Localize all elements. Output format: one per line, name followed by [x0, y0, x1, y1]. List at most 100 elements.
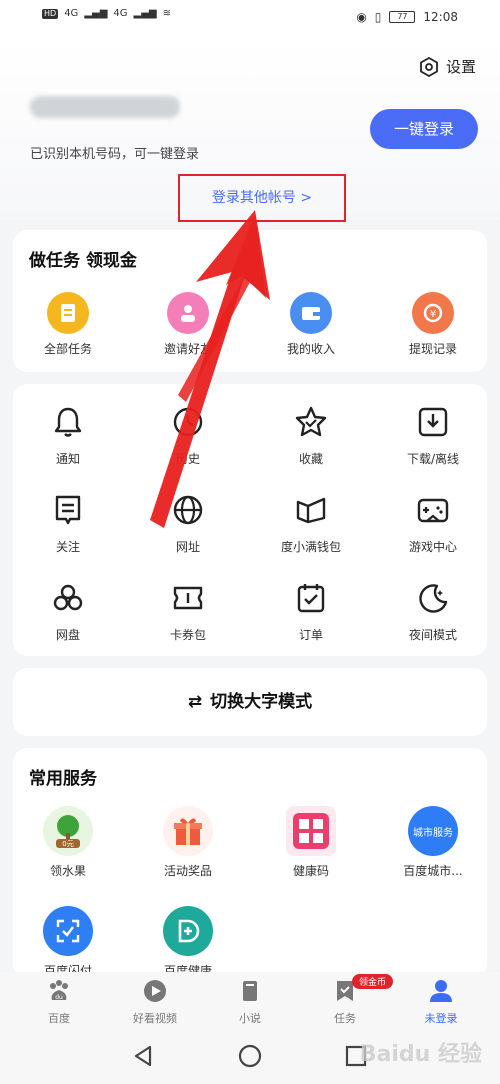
back-icon[interactable]: [132, 1044, 154, 1068]
ticket-icon: [173, 586, 203, 610]
nav-label: 百度: [48, 1012, 70, 1025]
tool-night-mode[interactable]: 夜间模式: [378, 580, 488, 643]
tool-label: 通知: [55, 452, 80, 466]
services-card: 常用服务 0元 领水果 活动奖品 健康码 城市服务 百度城市... 百度闪付 百…: [13, 748, 487, 978]
settings-icon: [420, 56, 438, 77]
tools-card: 通知 历史 收藏 下载/离线 关注 网址 度小满钱包 游戏中心 网盘 卡券包 订…: [13, 384, 487, 656]
tree-icon: 0元: [43, 806, 93, 856]
tool-cloud[interactable]: 网盘: [13, 580, 123, 643]
tool-label: 历史: [175, 452, 200, 466]
coin-icon: ¥: [412, 292, 454, 334]
bell-icon: [54, 407, 82, 437]
service-fruit[interactable]: 0元 领水果: [13, 806, 123, 879]
tool-label: 卡券包: [169, 628, 206, 642]
network-label: 4G: [64, 8, 79, 19]
service-label: 领水果: [49, 864, 86, 878]
tasks-title: 做任务 领现金: [29, 251, 137, 271]
clock-time: 12:08: [423, 10, 458, 24]
service-label: 百度城市...: [403, 864, 463, 878]
city-service-icon: 城市服务: [408, 806, 458, 856]
gift-icon: [163, 806, 213, 856]
nav-profile[interactable]: 未登录: [396, 978, 486, 1026]
task-item-withdraw[interactable]: ¥ 提现记录: [378, 292, 488, 357]
tool-label: 游戏中心: [408, 540, 457, 554]
status-bar: HD 4G ▂▄▆ 4G ▂▄▆ ≋ ◉ ▯ 77 12:08: [0, 0, 500, 40]
settings-button[interactable]: 设置: [420, 56, 476, 77]
task-item-invite[interactable]: 邀请好友: [133, 292, 243, 357]
tool-download[interactable]: 下载/离线: [378, 404, 488, 467]
play-icon: [144, 980, 166, 1002]
settings-label: 设置: [445, 58, 476, 76]
nav-novels[interactable]: 小说: [205, 978, 295, 1026]
task-item-label: 邀请好友: [163, 342, 212, 356]
gamepad-icon: [417, 498, 449, 523]
tool-label: 网址: [175, 540, 200, 554]
svg-text:du: du: [55, 994, 63, 1001]
baidu-paw-icon: du: [50, 980, 68, 1001]
other-account-login-link[interactable]: 登录其他帐号 >: [178, 174, 346, 222]
tool-wallet[interactable]: 度小满钱包: [256, 492, 366, 555]
eye-icon: ◉: [356, 10, 367, 24]
scan-pay-icon: [43, 906, 93, 956]
task-item-label: 我的收入: [286, 342, 335, 356]
task-list-icon: [47, 292, 89, 334]
city-service-sub: 城市服务: [413, 827, 453, 839]
star-icon: [295, 406, 327, 437]
nav-videos[interactable]: 好看视频: [110, 978, 200, 1026]
service-label: 健康码: [292, 864, 329, 878]
nav-label: 任务: [334, 1012, 356, 1025]
bottom-nav: du 百度 好看视频 小说 任务 领金币 未登录: [0, 972, 500, 1028]
signal-icon: ▂▄▆: [84, 8, 108, 19]
service-health-code[interactable]: 健康码: [256, 806, 366, 879]
wallet-icon: [290, 292, 332, 334]
vibrate-icon: ▯: [374, 10, 382, 24]
network-label-2: 4G: [113, 8, 128, 19]
tool-label: 关注: [55, 540, 80, 554]
tool-label: 收藏: [298, 452, 323, 466]
home-icon[interactable]: [238, 1044, 262, 1068]
tool-follow[interactable]: 关注: [13, 492, 123, 555]
swap-icon: ⇄: [187, 692, 203, 712]
tool-history[interactable]: 历史: [133, 404, 243, 467]
fruit-sub: 0元: [62, 840, 73, 848]
nav-label: 小说: [239, 1012, 261, 1025]
task-item-label: 全部任务: [43, 342, 92, 356]
task-item-income[interactable]: 我的收入: [256, 292, 366, 357]
tool-orders[interactable]: 订单: [256, 580, 366, 643]
tool-url[interactable]: 网址: [133, 492, 243, 555]
large-text-mode-row: ⇄ 切换大字模式: [13, 668, 487, 736]
large-text-mode-label: 切换大字模式: [210, 692, 313, 712]
person-icon: [430, 980, 452, 1002]
bookmark-icon: [55, 495, 81, 525]
services-title: 常用服务: [29, 769, 97, 789]
status-right: ◉ ▯ 77 12:08: [356, 10, 458, 24]
large-text-mode-button[interactable]: ⇄ 切换大字模式: [13, 668, 487, 736]
watermark: Baidu 经验: [359, 1042, 482, 1067]
wifi-icon: ≋: [162, 8, 171, 19]
recognized-text: 已识别本机号码，可一键登录: [30, 147, 200, 162]
nav-label: 未登录: [424, 1012, 458, 1025]
service-prizes[interactable]: 活动奖品: [133, 806, 243, 879]
hd-badge: HD: [42, 8, 59, 19]
tool-label: 订单: [298, 628, 323, 642]
health-icon: [163, 906, 213, 956]
service-city[interactable]: 城市服务 百度城市...: [378, 806, 488, 879]
user-icon: [167, 292, 209, 334]
tool-label: 下载/离线: [406, 452, 460, 466]
service-pay[interactable]: 百度闪付: [13, 906, 123, 979]
tasks-card: 做任务 领现金 全部任务 邀请好友 我的收入 ¥ 提现记录: [13, 230, 487, 372]
service-health[interactable]: 百度健康: [133, 906, 243, 979]
nav-baidu[interactable]: du 百度: [14, 978, 104, 1026]
health-code-icon: [286, 806, 336, 856]
clock-icon: [173, 407, 203, 437]
tool-games[interactable]: 游戏中心: [378, 492, 488, 555]
tool-label: 度小满钱包: [280, 540, 341, 554]
task-badge: 领金币: [352, 974, 394, 989]
tool-coupons[interactable]: 卡券包: [133, 580, 243, 643]
one-click-login-button[interactable]: 一键登录: [370, 109, 478, 149]
tool-notify[interactable]: 通知: [13, 404, 123, 467]
task-item-all[interactable]: 全部任务: [13, 292, 123, 357]
order-icon: [297, 584, 325, 613]
tool-favorites[interactable]: 收藏: [256, 404, 366, 467]
signal-icon-2: ▂▄▆: [133, 8, 157, 19]
